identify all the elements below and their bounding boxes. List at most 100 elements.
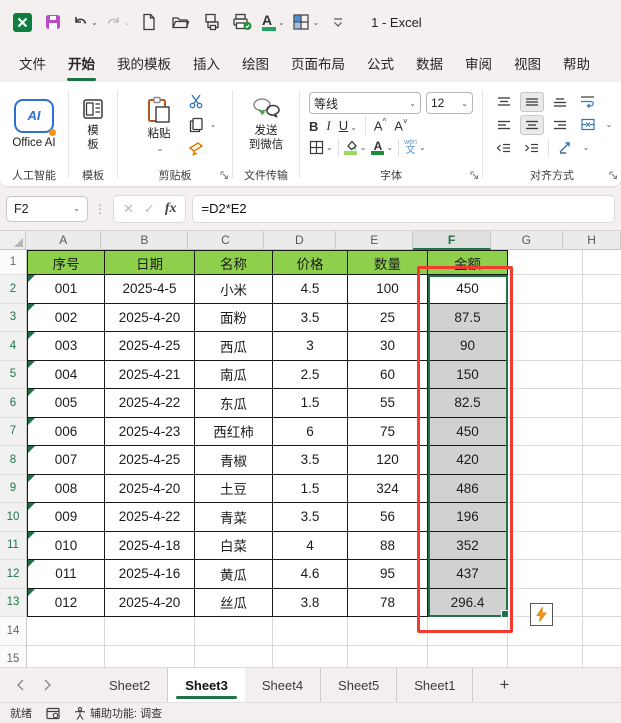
table-header-cell[interactable]: 金额	[428, 250, 508, 275]
open-file-button[interactable]	[168, 9, 192, 35]
merge-dropdown-icon[interactable]: ⌄	[606, 120, 613, 129]
sheet-tab-sheet5[interactable]: Sheet5	[321, 668, 398, 702]
data-cell[interactable]: 2025-4-20	[105, 474, 195, 503]
send-to-wechat-button[interactable]: 发送 到微信	[241, 95, 291, 155]
cell[interactable]	[105, 617, 195, 646]
data-cell[interactable]: 011	[27, 560, 105, 589]
align-left-button[interactable]	[492, 115, 516, 135]
cell[interactable]	[508, 560, 583, 589]
cell[interactable]	[583, 560, 621, 589]
data-cell[interactable]: 白菜	[195, 531, 273, 560]
row-header-3[interactable]: 3	[0, 303, 27, 332]
data-cell[interactable]: 2025-4-5	[105, 275, 195, 304]
data-cell[interactable]: 2025-4-18	[105, 531, 195, 560]
cell[interactable]	[583, 503, 621, 532]
add-sheet-button[interactable]: +	[473, 668, 535, 702]
cell[interactable]	[583, 588, 621, 617]
align-bottom-button[interactable]	[548, 92, 572, 112]
sheet-tab-sheet2[interactable]: Sheet2	[92, 668, 169, 702]
decrease-indent-button[interactable]	[492, 138, 516, 158]
data-cell[interactable]: 丝瓜	[195, 588, 273, 617]
row-header-8[interactable]: 8	[0, 446, 27, 475]
menu-tab[interactable]: 开始	[57, 47, 106, 81]
data-cell[interactable]: 3	[273, 332, 348, 361]
template-button[interactable]: 模板	[78, 95, 108, 155]
data-cell[interactable]: 黄瓜	[195, 560, 273, 589]
underline-dropdown-icon[interactable]: ⌄	[350, 123, 357, 132]
table-header-cell[interactable]: 数量	[348, 250, 428, 275]
bold-button[interactable]: B	[309, 119, 318, 134]
sheet-tab-sheet1[interactable]: Sheet1	[397, 668, 474, 702]
data-cell[interactable]: 008	[27, 474, 105, 503]
text-orientation-button[interactable]	[553, 138, 577, 158]
formula-bar-grip[interactable]: ⋮	[94, 202, 107, 216]
cell[interactable]	[508, 332, 583, 361]
cell-borders-dropdown-icon[interactable]: ⌄	[326, 143, 333, 152]
alignment-dialog-launcher-icon[interactable]	[609, 171, 618, 180]
data-cell[interactable]: 437	[428, 560, 508, 589]
cell[interactable]	[583, 531, 621, 560]
font-color-button[interactable]: A ⌄	[261, 9, 285, 35]
cell[interactable]	[195, 617, 273, 646]
row-header-4[interactable]: 4	[0, 332, 27, 361]
cell[interactable]	[105, 645, 195, 667]
row-header-13[interactable]: 13	[0, 588, 27, 617]
data-cell[interactable]: 6	[273, 417, 348, 446]
row-header-1[interactable]: 1	[0, 250, 27, 275]
data-cell[interactable]: 75	[348, 417, 428, 446]
data-cell[interactable]: 78	[348, 588, 428, 617]
data-cell[interactable]: 青菜	[195, 503, 273, 532]
row-header-14[interactable]: 14	[0, 617, 27, 646]
data-cell[interactable]: 1.5	[273, 474, 348, 503]
data-cell[interactable]: 324	[348, 474, 428, 503]
fill-color-dropdown-icon[interactable]: ⌄	[360, 143, 367, 152]
undo-dropdown-icon[interactable]: ⌄	[91, 18, 98, 27]
data-cell[interactable]: 120	[348, 446, 428, 475]
row-header-5[interactable]: 5	[0, 360, 27, 389]
data-cell[interactable]: 南瓜	[195, 360, 273, 389]
column-header-E[interactable]: E	[336, 231, 414, 250]
data-cell[interactable]: 30	[348, 332, 428, 361]
align-right-button[interactable]	[548, 115, 572, 135]
cell[interactable]	[273, 617, 348, 646]
column-header-A[interactable]: A	[26, 231, 102, 250]
cell[interactable]	[583, 617, 621, 646]
data-cell[interactable]: 87.5	[428, 303, 508, 332]
format-painter-button[interactable]	[185, 139, 207, 159]
data-cell[interactable]: 3.5	[273, 446, 348, 475]
sheet-tab-sheet3[interactable]: Sheet3	[168, 668, 245, 702]
data-cell[interactable]: 4.5	[273, 275, 348, 304]
data-cell[interactable]: 82.5	[428, 389, 508, 418]
paste-button[interactable]: 粘贴 ⌄	[143, 94, 175, 155]
data-cell[interactable]: 196	[428, 503, 508, 532]
data-cell[interactable]: 352	[428, 531, 508, 560]
decrease-font-button[interactable]: A˅	[394, 117, 407, 135]
data-cell[interactable]: 2025-4-25	[105, 332, 195, 361]
copy-dropdown-icon[interactable]: ⌄	[210, 120, 217, 129]
select-all-corner[interactable]	[0, 231, 27, 250]
cell[interactable]	[508, 446, 583, 475]
data-cell[interactable]: 2025-4-22	[105, 389, 195, 418]
table-header-cell[interactable]: 价格	[273, 250, 348, 275]
data-cell[interactable]: 25	[348, 303, 428, 332]
data-cell[interactable]: 3.8	[273, 588, 348, 617]
toolbar-options-button[interactable]	[326, 9, 350, 35]
data-cell[interactable]: 450	[428, 417, 508, 446]
data-cell[interactable]: 100	[348, 275, 428, 304]
cell[interactable]	[583, 389, 621, 418]
orientation-dropdown-icon[interactable]: ⌄	[583, 143, 590, 152]
data-cell[interactable]: 土豆	[195, 474, 273, 503]
data-cell[interactable]: 56	[348, 503, 428, 532]
data-cell[interactable]: 95	[348, 560, 428, 589]
row-header-7[interactable]: 7	[0, 417, 27, 446]
ribbon-font-color-dropdown-icon[interactable]: ⌄	[386, 143, 393, 152]
data-cell[interactable]: 005	[27, 389, 105, 418]
column-header-G[interactable]: G	[490, 231, 564, 250]
ribbon-font-color-button[interactable]: A ⌄	[371, 140, 393, 155]
data-cell[interactable]: 2025-4-23	[105, 417, 195, 446]
data-cell[interactable]: 东瓜	[195, 389, 273, 418]
cell[interactable]	[348, 617, 428, 646]
data-cell[interactable]: 2025-4-25	[105, 446, 195, 475]
cell[interactable]	[27, 617, 105, 646]
data-cell[interactable]: 3.5	[273, 503, 348, 532]
